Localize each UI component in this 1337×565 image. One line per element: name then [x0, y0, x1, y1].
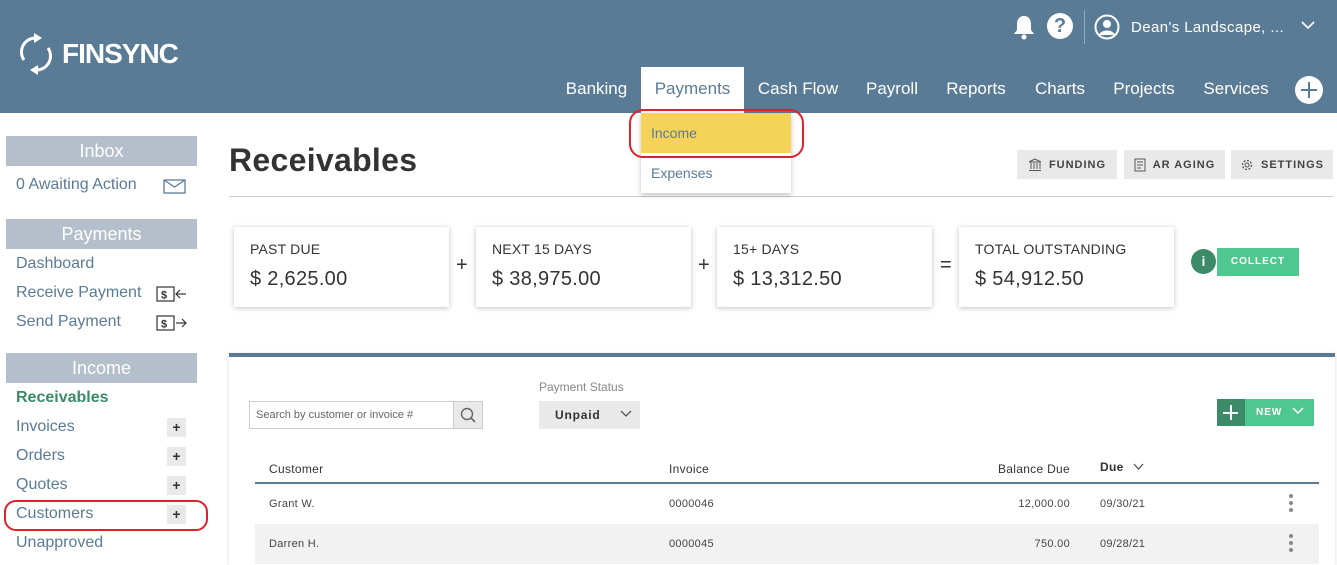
- send-money-icon[interactable]: $: [156, 315, 187, 331]
- sidebar-item-customers[interactable]: Customers: [16, 505, 93, 523]
- receive-money-icon[interactable]: $: [156, 286, 187, 302]
- card-value: $ 54,912.50: [975, 268, 1084, 290]
- table-row[interactable]: Darren H. 0000045 750.00 09/28/21: [255, 524, 1319, 564]
- gear-icon: [1241, 159, 1253, 170]
- more-options-icon[interactable]: [1289, 494, 1293, 514]
- title-divider: [229, 196, 1333, 197]
- customer-cell: Darren H.: [269, 538, 320, 550]
- sidebar-heading-inbox: Inbox: [6, 136, 197, 166]
- nav-banking[interactable]: Banking: [553, 67, 640, 113]
- summary-card-past-due: PAST DUE $ 2,625.00: [234, 227, 449, 307]
- user-avatar-icon[interactable]: [1094, 14, 1120, 40]
- dropdown-item-income[interactable]: Income: [641, 113, 791, 153]
- plus-operator: +: [698, 254, 710, 276]
- search-icon: [460, 407, 476, 423]
- header-divider: [1084, 10, 1085, 44]
- ar-aging-label: AR AGING: [1152, 158, 1216, 171]
- summary-card-total-outstanding: TOTAL OUTSTANDING $ 54,912.50: [959, 227, 1174, 307]
- due-cell: 09/30/21: [1100, 498, 1146, 510]
- sync-icon: [20, 33, 52, 75]
- add-invoice-button[interactable]: +: [167, 418, 186, 437]
- equals-operator: =: [940, 254, 952, 276]
- sidebar-item-send-payment[interactable]: Send Payment: [16, 313, 121, 331]
- brand-name: FINSYNC: [62, 38, 179, 69]
- sidebar-item-orders[interactable]: Orders: [16, 447, 65, 465]
- settings-button[interactable]: SETTINGS: [1231, 150, 1333, 179]
- page-title: Receivables: [229, 142, 418, 178]
- nav-reports[interactable]: Reports: [934, 67, 1018, 113]
- card-label: NEXT 15 DAYS: [492, 241, 592, 257]
- column-header-customer[interactable]: Customer: [269, 462, 323, 476]
- funding-button[interactable]: FUNDING: [1017, 150, 1117, 179]
- card-value: $ 13,312.50: [733, 268, 842, 290]
- svg-text:$: $: [161, 290, 167, 302]
- card-label: TOTAL OUTSTANDING: [975, 241, 1127, 257]
- chevron-down-icon[interactable]: [620, 410, 632, 418]
- svg-text:$: $: [161, 319, 167, 331]
- info-icon[interactable]: i: [1191, 249, 1216, 274]
- bank-icon: [1028, 157, 1042, 171]
- sidebar-item-quotes[interactable]: Quotes: [16, 476, 68, 494]
- nav-services[interactable]: Services: [1190, 67, 1282, 113]
- balance-cell: 12,000.00: [1018, 498, 1070, 510]
- summary-card-next-15-days: NEXT 15 DAYS $ 38,975.00: [476, 227, 691, 307]
- add-quote-button[interactable]: +: [167, 476, 186, 495]
- table-row[interactable]: Grant W. 0000046 12,000.00 09/30/21: [255, 484, 1319, 524]
- card-value: $ 38,975.00: [492, 268, 601, 290]
- due-cell: 09/28/21: [1100, 538, 1146, 550]
- card-label: PAST DUE: [250, 241, 321, 257]
- payment-status-label: Payment Status: [539, 380, 624, 394]
- column-header-balance-due[interactable]: Balance Due: [970, 462, 1070, 476]
- mail-icon[interactable]: [163, 179, 186, 194]
- chevron-down-icon[interactable]: [1300, 20, 1316, 30]
- notification-bell-icon[interactable]: [1012, 14, 1036, 40]
- collect-button[interactable]: COLLECT: [1217, 248, 1299, 276]
- add-customer-button[interactable]: +: [167, 505, 186, 524]
- finsync-logo[interactable]: FINSYNC: [18, 32, 179, 76]
- search-input[interactable]: Search by customer or invoice #: [249, 401, 454, 429]
- chevron-down-icon[interactable]: [1292, 407, 1304, 415]
- sidebar-item-unapproved[interactable]: Unapproved: [16, 534, 103, 552]
- sidebar-item-invoices[interactable]: Invoices: [16, 418, 75, 436]
- nav-charts[interactable]: Charts: [1021, 67, 1099, 113]
- settings-label: SETTINGS: [1260, 158, 1324, 171]
- more-options-icon[interactable]: [1289, 534, 1293, 554]
- report-icon: [1134, 158, 1146, 171]
- plus-operator: +: [456, 254, 468, 276]
- add-order-button[interactable]: +: [167, 447, 186, 466]
- invoice-cell: 0000045: [669, 538, 714, 550]
- nav-projects[interactable]: Projects: [1101, 67, 1187, 113]
- nav-cash-flow[interactable]: Cash Flow: [746, 67, 850, 113]
- card-value: $ 2,625.00: [250, 268, 348, 290]
- nav-payments[interactable]: Payments: [641, 67, 744, 113]
- account-name[interactable]: Dean's Landscape, ...: [1131, 19, 1284, 36]
- invoice-cell: 0000046: [669, 498, 714, 510]
- column-header-due[interactable]: Due: [1100, 460, 1124, 474]
- sidebar-heading-payments: Payments: [6, 219, 197, 249]
- sort-chevron-down-icon[interactable]: [1133, 463, 1144, 471]
- card-label: 15+ DAYS: [733, 241, 800, 257]
- balance-cell: 750.00: [1034, 538, 1070, 550]
- help-icon[interactable]: ?: [1047, 13, 1073, 39]
- summary-card-15-plus-days: 15+ DAYS $ 13,312.50: [717, 227, 932, 307]
- customer-cell: Grant W.: [269, 498, 315, 510]
- nav-payroll[interactable]: Payroll: [852, 67, 932, 113]
- add-circle-icon[interactable]: [1295, 76, 1323, 104]
- ar-aging-button[interactable]: AR AGING: [1124, 150, 1225, 179]
- sidebar-item-receive-payment[interactable]: Receive Payment: [16, 284, 141, 302]
- search-button[interactable]: [454, 401, 483, 429]
- funding-label: FUNDING: [1048, 158, 1107, 171]
- column-header-invoice[interactable]: Invoice: [669, 462, 709, 476]
- dropdown-item-expenses[interactable]: Expenses: [641, 153, 791, 193]
- sidebar-heading-income: Income: [6, 353, 197, 383]
- sidebar-item-awaiting-action[interactable]: 0 Awaiting Action: [16, 176, 137, 194]
- sidebar-item-receivables[interactable]: Receivables: [16, 389, 109, 407]
- plus-icon[interactable]: [1217, 399, 1245, 426]
- sidebar-item-dashboard[interactable]: Dashboard: [16, 255, 94, 273]
